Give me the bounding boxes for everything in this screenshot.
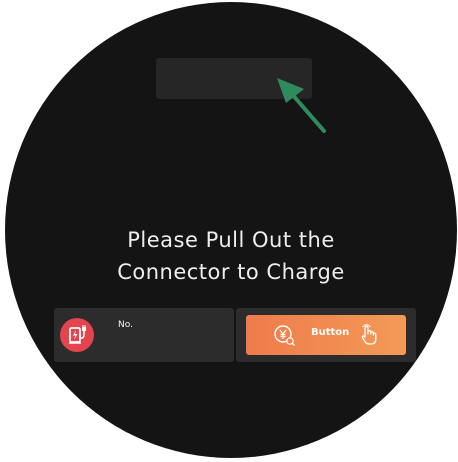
payment-button[interactable]: Button — [246, 315, 406, 355]
app-stage: Please Pull Out the Connector to Charge — [0, 0, 458, 462]
payment-button-label: Button — [311, 327, 350, 338]
tap-hand-icon — [361, 324, 377, 345]
charging-connector-icon — [60, 318, 94, 352]
connector-info-panel: No. — [54, 308, 234, 362]
yen-payment-icon — [274, 325, 295, 346]
round-display: Please Pull Out the Connector to Charge — [5, 2, 457, 458]
instruction-line-2: Connector to Charge — [117, 260, 345, 284]
top-placeholder-bar — [156, 58, 312, 99]
instruction-line-1: Please Pull Out the — [127, 228, 335, 252]
action-panel: Button — [236, 308, 416, 362]
connector-number-label: No. — [118, 320, 133, 330]
